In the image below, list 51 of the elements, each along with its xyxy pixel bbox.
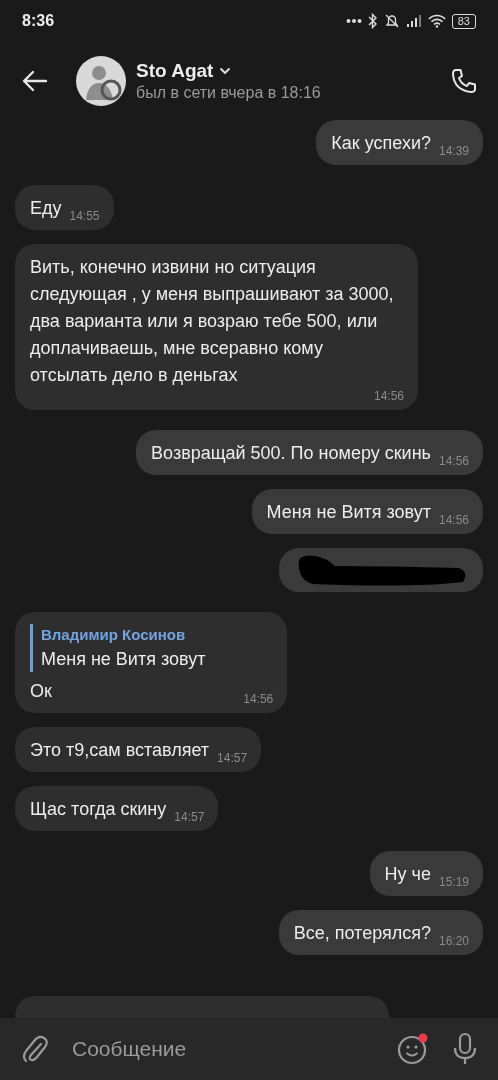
message-time: 16:20 [438, 934, 469, 948]
message-text: Меня не Витя зовут [266, 501, 431, 524]
paperclip-icon[interactable] [22, 1034, 48, 1064]
contact-name[interactable]: Sto Agat [136, 60, 214, 82]
message-bubble[interactable]: Владимир Косинов Меня не Витя зовут Ок 14:56 [15, 612, 288, 713]
message-bubble[interactable]: Щас тогда скину 14:57 [15, 786, 219, 831]
emoji-icon[interactable] [396, 1032, 430, 1066]
more-dots-icon [345, 18, 362, 24]
message-bubble[interactable]: Меня не Витя зовут 14:56 [251, 489, 483, 534]
message-bubble[interactable]: Возвращай 500. По номеру скинь 14:56 [136, 430, 483, 475]
message-time: 14:39 [438, 144, 469, 158]
quoted-text: Меня не Витя зовут [41, 648, 207, 671]
message-time: 14:56 [243, 692, 274, 706]
message-text: Ок [30, 680, 53, 703]
signal-icon [405, 14, 422, 28]
message-bubble[interactable]: Ну че 15:19 [369, 851, 483, 896]
message-text: Вить, конечно извини но ситуация следующая , у меня выпрашивают за 3000, два варианта или я возраю тебе 500, или доплачиваешь, мне всеравно кому отсылать дело в деньгах [30, 256, 395, 387]
bluetooth-icon [367, 13, 378, 29]
message-time: 14:57 [174, 810, 205, 824]
back-arrow-icon[interactable] [22, 70, 48, 92]
message-text: Как успехи? [331, 132, 431, 155]
last-seen-status: был в сети вчера в 18:16 [136, 84, 322, 102]
microphone-icon[interactable] [452, 1032, 478, 1066]
quoted-reply[interactable]: Владимир Косинов Меня не Витя зовут [30, 624, 274, 672]
message-bubble[interactable]: Еду 14:55 [15, 185, 114, 230]
message-time: 14:56 [438, 513, 469, 527]
wifi-icon [427, 14, 446, 28]
clock-time: 8:36 [22, 12, 55, 30]
message-time: 14:57 [217, 751, 248, 765]
avatar[interactable] [76, 56, 126, 106]
message-time: 14:56 [438, 454, 469, 468]
message-bubble[interactable]: Как успехи? 14:39 [316, 120, 483, 165]
message-bubble[interactable]: Вить, конечно извини но ситуация следующая , у меня выпрашивают за 3000, два варианта или я возраю тебе 500, или доплачиваешь, мне всеравно кому отсылать дело в деньгах 14:56 [15, 244, 418, 410]
phone-icon[interactable] [450, 67, 478, 95]
message-bubble[interactable]: Все, потерялся? 16:20 [278, 910, 483, 955]
message-text: Возвращай 500. По номеру скинь [151, 442, 431, 465]
message-time: 14:55 [69, 209, 100, 223]
message-text: Все, потерялся? [293, 922, 431, 945]
message-composer[interactable]: Сообщение [0, 1018, 498, 1080]
message-time: 15:19 [438, 875, 469, 889]
message-time: 14:56 [373, 389, 404, 403]
battery-indicator: 83 [451, 13, 476, 29]
muted-bell-icon [383, 13, 400, 29]
message-text: Еду [30, 197, 62, 220]
message-text: Ну че [384, 863, 431, 886]
message-bubble[interactable]: Это т9,сам вставляет 14:57 [15, 727, 262, 772]
quoted-author: Владимир Косинов [41, 625, 187, 645]
message-text: Щас тогда скину [30, 798, 167, 821]
message-input[interactable]: Сообщение [70, 1036, 374, 1062]
chevron-down-icon[interactable] [219, 67, 232, 75]
message-text: Это т9,сам вставляет [30, 739, 210, 762]
